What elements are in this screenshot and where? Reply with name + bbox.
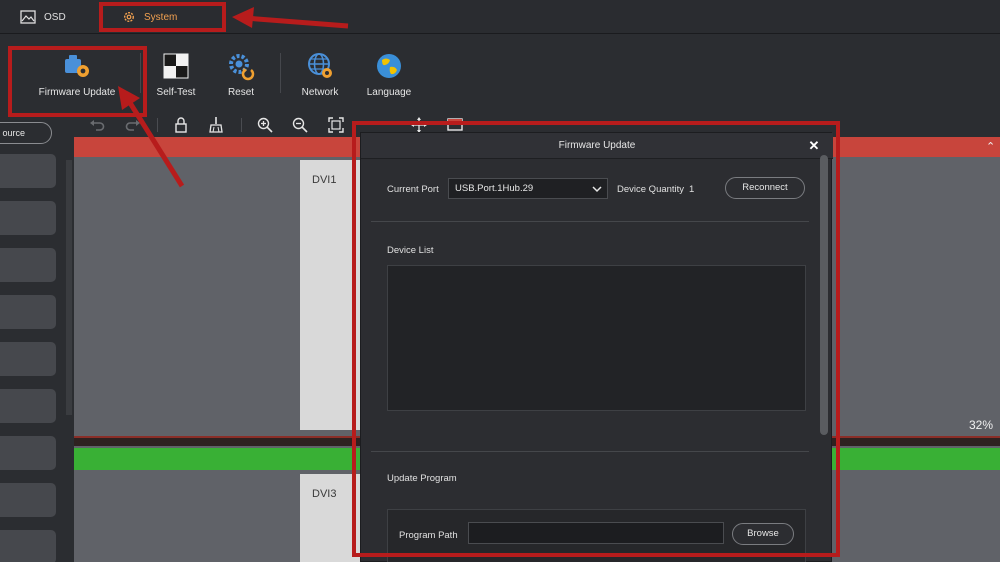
annotation-arrows	[118, 7, 349, 188]
annotation-arrow-to-system-tab	[232, 7, 349, 29]
annotation-arrow-to-firmware-update	[118, 86, 185, 188]
app-window: OSD System Firmware Update Self-Test Res…	[0, 0, 1000, 562]
